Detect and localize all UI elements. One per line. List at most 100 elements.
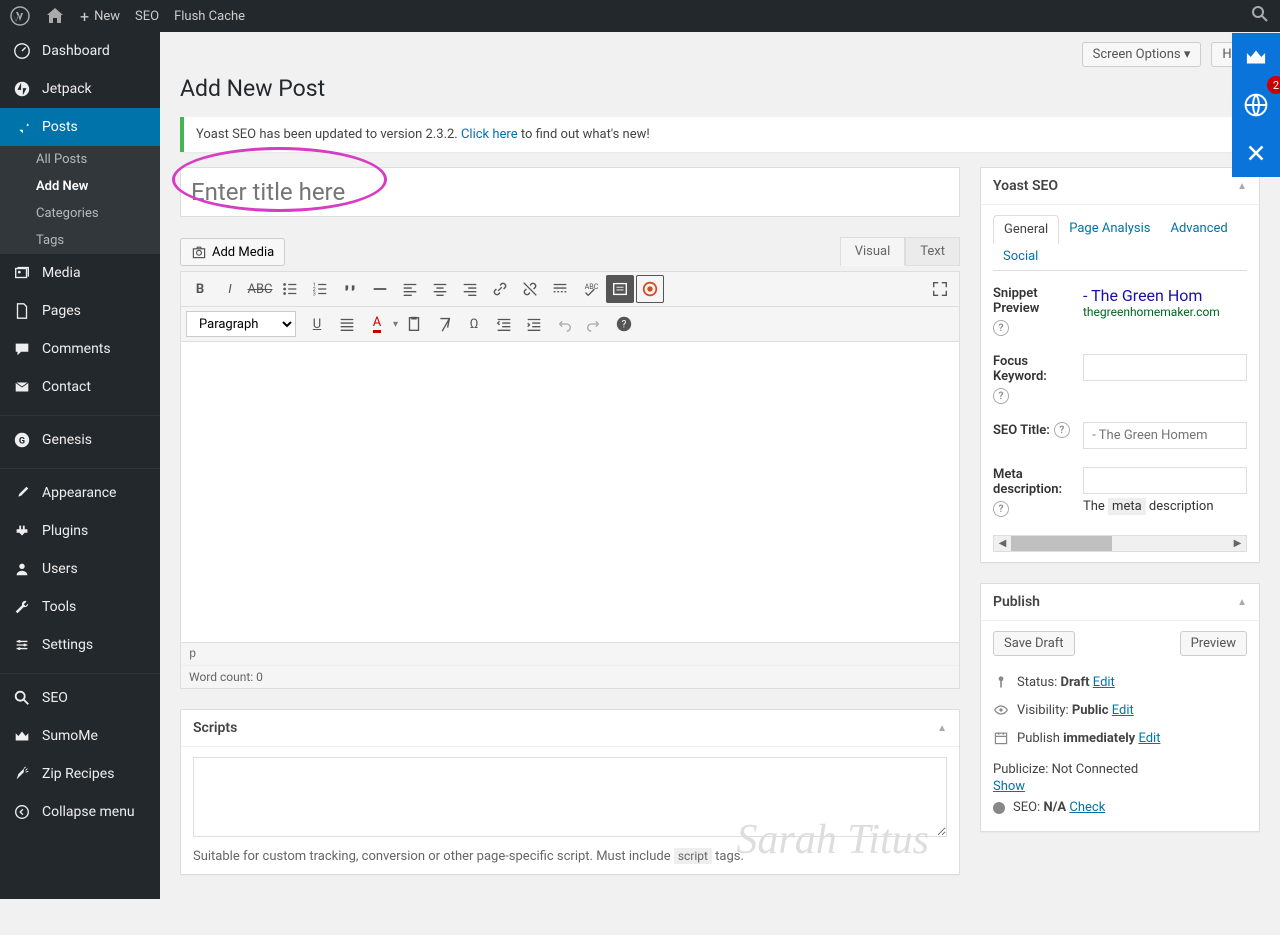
- notice-link[interactable]: Click here: [461, 127, 518, 142]
- help-icon[interactable]: ?: [993, 501, 1009, 517]
- quote-icon[interactable]: [336, 275, 364, 303]
- sidebar-item-posts[interactable]: Posts: [0, 108, 160, 146]
- text-color-icon[interactable]: A: [363, 310, 391, 338]
- sumome-crown-button[interactable]: [1232, 33, 1280, 81]
- sidebar-collapse[interactable]: Collapse menu: [0, 793, 160, 831]
- yoast-tab-general[interactable]: General: [993, 215, 1059, 244]
- seo-title-input[interactable]: [1083, 422, 1247, 449]
- help-icon[interactable]: ?: [1054, 422, 1070, 438]
- sumome-globe-button[interactable]: 2: [1232, 81, 1280, 129]
- sidebar-item-users[interactable]: Users: [0, 550, 160, 588]
- text-tab[interactable]: Text: [905, 237, 960, 266]
- visual-tab[interactable]: Visual: [840, 237, 906, 266]
- help-icon[interactable]: ?: [610, 310, 638, 338]
- add-media-button[interactable]: Add Media: [180, 238, 285, 266]
- scripts-metabox-head[interactable]: Scripts▲: [181, 710, 959, 747]
- sidebar-item-seo[interactable]: SEO: [0, 679, 160, 717]
- redo-icon[interactable]: [580, 310, 608, 338]
- unlink-icon[interactable]: [516, 275, 544, 303]
- scroll-right-icon[interactable]: ▶: [1229, 538, 1246, 549]
- editor-content[interactable]: [181, 342, 959, 642]
- align-right-icon[interactable]: [456, 275, 484, 303]
- screen-options-button[interactable]: Screen Options ▾: [1082, 42, 1202, 67]
- sumome-panel: 2: [1232, 33, 1280, 177]
- hr-icon[interactable]: [366, 275, 394, 303]
- sidebar-item-dashboard[interactable]: Dashboard: [0, 32, 160, 70]
- sumome-close-button[interactable]: [1232, 129, 1280, 177]
- format-select[interactable]: Paragraph: [186, 311, 296, 337]
- fullscreen-icon[interactable]: [926, 275, 954, 303]
- sidebar-item-contact[interactable]: Contact: [0, 368, 160, 406]
- sidebar-item-zip-recipes[interactable]: Zip Recipes: [0, 755, 160, 793]
- color-dropdown-icon[interactable]: ▾: [393, 319, 398, 330]
- special-char-icon[interactable]: Ω: [460, 310, 488, 338]
- mail-icon: [12, 377, 32, 397]
- edit-status-link[interactable]: Edit: [1093, 675, 1115, 690]
- sidebar-item-media[interactable]: Media: [0, 254, 160, 292]
- publish-metabox-head[interactable]: Publish▲: [981, 584, 1259, 621]
- number-list-icon[interactable]: 123: [306, 275, 334, 303]
- link-icon[interactable]: [486, 275, 514, 303]
- collapse-icon: [12, 802, 32, 822]
- paste-text-icon[interactable]: [400, 310, 428, 338]
- align-center-icon[interactable]: [426, 275, 454, 303]
- yoast-tab-social[interactable]: Social: [993, 243, 1048, 270]
- home-icon[interactable]: [45, 6, 65, 26]
- distraction-free-icon[interactable]: [606, 275, 634, 303]
- edit-visibility-link[interactable]: Edit: [1112, 703, 1134, 718]
- yoast-tab-advanced[interactable]: Advanced: [1160, 215, 1237, 243]
- topbar-seo[interactable]: SEO: [135, 9, 159, 24]
- align-left-icon[interactable]: [396, 275, 424, 303]
- justify-icon[interactable]: [333, 310, 361, 338]
- submenu-tags[interactable]: Tags: [0, 227, 160, 254]
- clear-format-icon[interactable]: [430, 310, 458, 338]
- indent-icon[interactable]: [520, 310, 548, 338]
- sidebar-item-jetpack[interactable]: Jetpack: [0, 70, 160, 108]
- submenu-all-posts[interactable]: All Posts: [0, 146, 160, 173]
- preview-button[interactable]: Preview: [1180, 631, 1247, 656]
- wordpress-logo-icon[interactable]: [10, 6, 30, 26]
- strikethrough-icon[interactable]: ABC: [246, 275, 274, 303]
- help-icon[interactable]: ?: [993, 388, 1009, 404]
- sidebar-item-appearance[interactable]: Appearance: [0, 474, 160, 512]
- seo-check-link[interactable]: Check: [1069, 800, 1105, 815]
- toolbar-toggle-icon[interactable]: [636, 275, 664, 303]
- topbar-new[interactable]: +New: [80, 7, 120, 26]
- publicize-show-link[interactable]: Show: [993, 779, 1025, 794]
- undo-icon[interactable]: [550, 310, 578, 338]
- outdent-icon[interactable]: [490, 310, 518, 338]
- yoast-metabox-head[interactable]: Yoast SEO▲: [981, 168, 1259, 205]
- snippet-title: - The Green Hom: [1083, 286, 1247, 305]
- focus-keyword-input[interactable]: [1083, 354, 1247, 381]
- sidebar-item-pages[interactable]: Pages: [0, 292, 160, 330]
- submenu-categories[interactable]: Categories: [0, 200, 160, 227]
- scroll-left-icon[interactable]: ◀: [994, 538, 1011, 549]
- save-draft-button[interactable]: Save Draft: [993, 631, 1075, 656]
- more-icon[interactable]: [546, 275, 574, 303]
- scrollbar-thumb[interactable]: [1011, 536, 1112, 551]
- sidebar-item-tools[interactable]: Tools: [0, 588, 160, 626]
- pin-icon: [993, 674, 1009, 690]
- yoast-tab-page-analysis[interactable]: Page Analysis: [1059, 215, 1160, 243]
- search-icon[interactable]: [1250, 4, 1270, 24]
- scripts-textarea[interactable]: [193, 757, 947, 837]
- sidebar-item-genesis[interactable]: GGenesis: [0, 421, 160, 459]
- sidebar-item-sumome[interactable]: SumoMe: [0, 717, 160, 755]
- editor-path: p: [181, 642, 959, 665]
- submenu-add-new[interactable]: Add New: [0, 173, 160, 200]
- spellcheck-icon[interactable]: ABC: [576, 275, 604, 303]
- post-title-input[interactable]: [180, 167, 960, 217]
- meta-description-input[interactable]: [1083, 467, 1247, 494]
- underline-icon[interactable]: U: [303, 310, 331, 338]
- sidebar-item-settings[interactable]: Settings: [0, 626, 160, 664]
- bullet-list-icon[interactable]: [276, 275, 304, 303]
- sidebar-item-comments[interactable]: Comments: [0, 330, 160, 368]
- help-icon[interactable]: ?: [993, 320, 1009, 336]
- wrench-icon: [12, 597, 32, 617]
- italic-icon[interactable]: I: [216, 275, 244, 303]
- sidebar-item-plugins[interactable]: Plugins: [0, 512, 160, 550]
- edit-schedule-link[interactable]: Edit: [1138, 731, 1160, 746]
- topbar-flush-cache[interactable]: Flush Cache: [174, 9, 245, 24]
- bold-icon[interactable]: B: [186, 275, 214, 303]
- horizontal-scrollbar[interactable]: ◀ ▶: [993, 535, 1247, 552]
